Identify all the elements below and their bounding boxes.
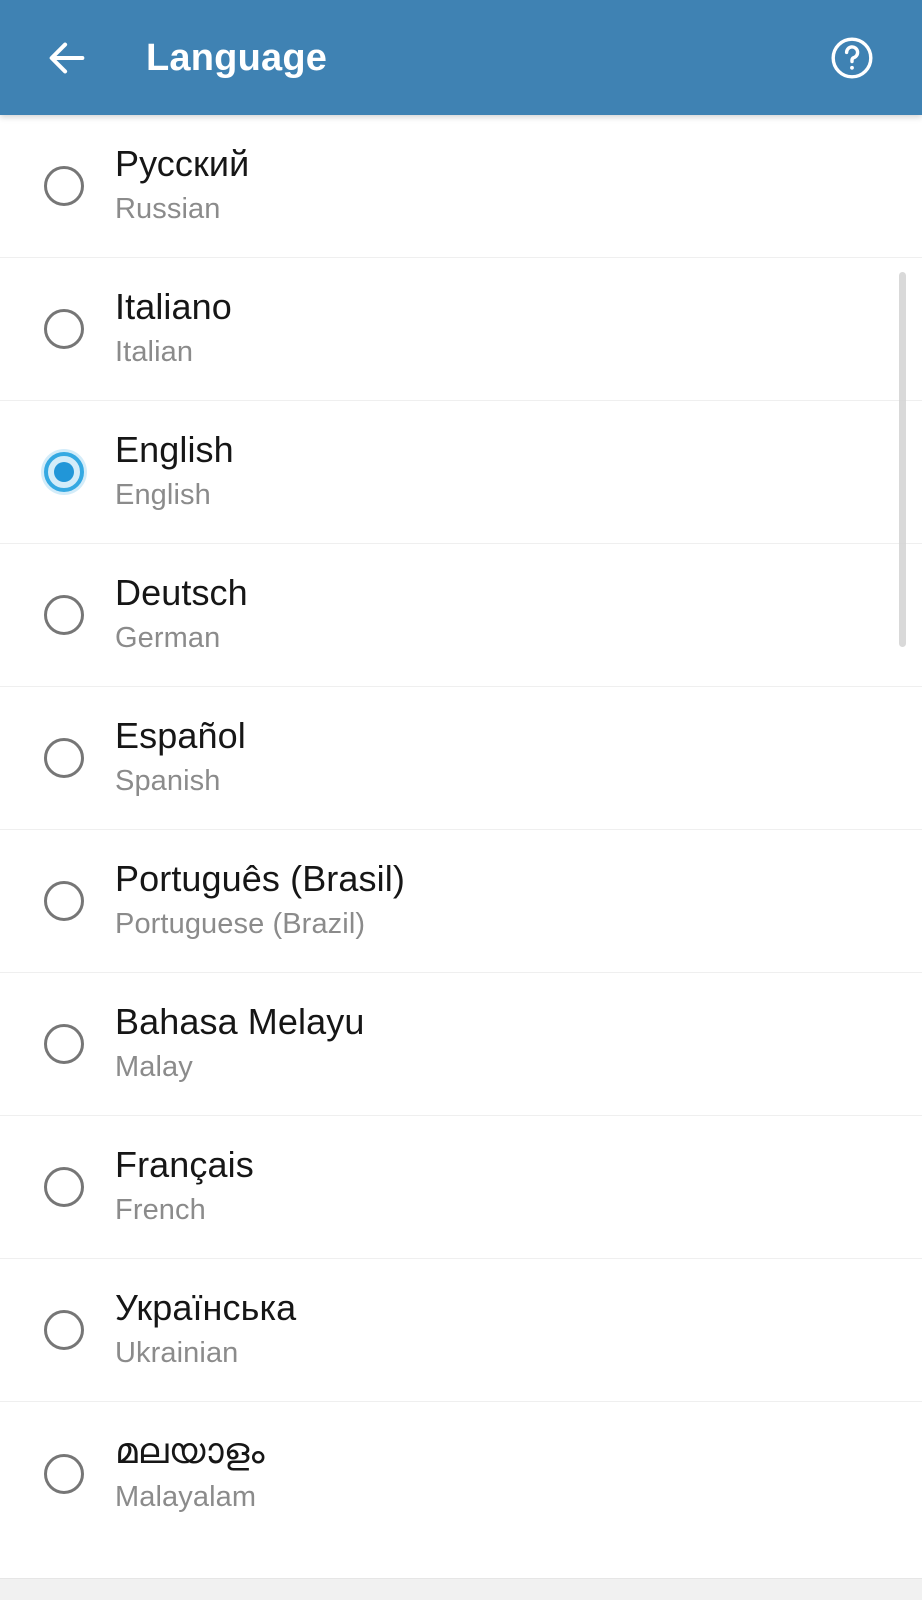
language-english-name: Italian bbox=[115, 336, 194, 369]
language-row-italian[interactable]: Italiano Italian bbox=[0, 258, 922, 401]
language-list[interactable]: Русский Russian Italiano Italian English… bbox=[0, 115, 922, 1600]
language-labels: Español Spanish bbox=[106, 715, 246, 801]
language-labels: Українська Ukrainian bbox=[106, 1287, 296, 1373]
page-title: Language bbox=[146, 36, 328, 79]
language-native-name: Français bbox=[115, 1143, 254, 1185]
language-english-name: Spanish bbox=[115, 765, 221, 798]
language-labels: Italiano Italian bbox=[106, 286, 232, 372]
language-native-name: Українська bbox=[115, 1286, 297, 1328]
language-native-name: മലയാളം bbox=[115, 1430, 265, 1472]
radio-ring bbox=[44, 309, 84, 349]
language-labels: Deutsch German bbox=[106, 572, 248, 658]
radio-button-malay[interactable] bbox=[41, 1021, 87, 1067]
language-labels: Français French bbox=[106, 1144, 254, 1230]
radio-ring bbox=[44, 881, 84, 921]
language-native-name: Português (Brasil) bbox=[115, 857, 405, 899]
language-english-name: German bbox=[115, 622, 221, 655]
language-native-name: Русский bbox=[115, 142, 250, 184]
radio-ring bbox=[44, 595, 84, 635]
radio-button-spanish[interactable] bbox=[41, 735, 87, 781]
language-row-english[interactable]: English English bbox=[0, 401, 922, 544]
language-english-name: Ukrainian bbox=[115, 1337, 239, 1370]
radio-button-german[interactable] bbox=[41, 592, 87, 638]
language-row-russian[interactable]: Русский Russian bbox=[0, 115, 922, 258]
language-english-name: Portuguese (Brazil) bbox=[115, 908, 366, 941]
arrow-left-icon bbox=[44, 35, 90, 81]
app-bar: Language bbox=[0, 0, 922, 115]
language-native-name: Deutsch bbox=[115, 571, 248, 613]
radio-button-ukrainian[interactable] bbox=[41, 1307, 87, 1353]
language-english-name: French bbox=[115, 1194, 206, 1227]
radio-ring bbox=[44, 1453, 84, 1494]
language-native-name: English bbox=[115, 428, 234, 470]
radio-button-russian[interactable] bbox=[41, 163, 87, 209]
radio-button-english[interactable] bbox=[41, 449, 87, 495]
radio-ring bbox=[44, 1024, 84, 1064]
language-native-name: Bahasa Melayu bbox=[115, 1000, 365, 1042]
language-row-french[interactable]: Français French bbox=[0, 1116, 922, 1259]
language-english-name: Malayalam bbox=[115, 1480, 257, 1513]
language-row-ukrainian[interactable]: Українська Ukrainian bbox=[0, 1259, 922, 1402]
language-labels: English English bbox=[106, 429, 234, 515]
radio-button-italian[interactable] bbox=[41, 306, 87, 352]
radio-ring bbox=[44, 166, 84, 206]
radio-button-french[interactable] bbox=[41, 1164, 87, 1210]
language-english-name: Russian bbox=[115, 193, 221, 226]
language-labels: മലയാളം Malayalam bbox=[106, 1430, 265, 1516]
radio-ring bbox=[44, 738, 84, 778]
help-button[interactable] bbox=[820, 26, 884, 90]
language-labels: Bahasa Melayu Malay bbox=[106, 1001, 364, 1087]
language-row-malayalam[interactable]: മലയാളം Malayalam bbox=[0, 1402, 922, 1545]
radio-ring bbox=[44, 1310, 84, 1350]
radio-button-portuguese-brazil[interactable] bbox=[41, 878, 87, 924]
radio-button-malayalam[interactable] bbox=[41, 1451, 87, 1497]
language-settings-screen: Language Русский Russian Italiano Italia… bbox=[0, 0, 922, 1600]
language-english-name: English bbox=[115, 479, 211, 512]
language-row-portuguese-brazil[interactable]: Português (Brasil) Portuguese (Brazil) bbox=[0, 830, 922, 973]
language-english-name: Malay bbox=[115, 1051, 193, 1084]
radio-ring bbox=[44, 1167, 84, 1207]
back-button[interactable] bbox=[36, 27, 98, 89]
bottom-system-strip bbox=[0, 1578, 922, 1600]
language-labels: Português (Brasil) Portuguese (Brazil) bbox=[106, 858, 405, 944]
language-native-name: Español bbox=[115, 714, 246, 756]
radio-dot bbox=[54, 462, 74, 482]
language-row-spanish[interactable]: Español Spanish bbox=[0, 687, 922, 830]
language-row-malay[interactable]: Bahasa Melayu Malay bbox=[0, 973, 922, 1116]
language-labels: Русский Russian bbox=[106, 143, 249, 229]
help-circle-icon bbox=[828, 34, 876, 82]
language-native-name: Italiano bbox=[115, 285, 232, 327]
language-row-german[interactable]: Deutsch German bbox=[0, 544, 922, 687]
